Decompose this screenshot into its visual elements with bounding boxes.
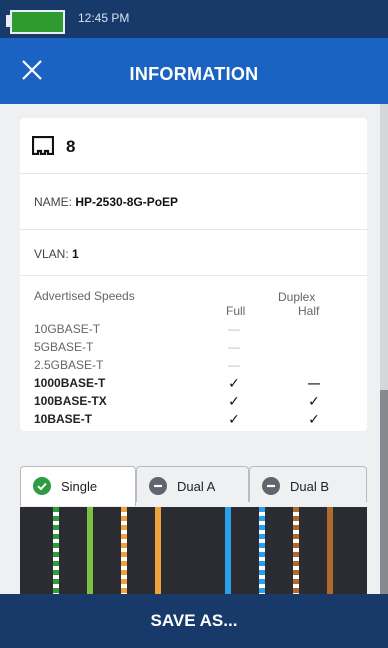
cable-wire — [53, 507, 59, 594]
minus-circle-icon — [149, 477, 167, 495]
duplex-header: Duplex — [278, 290, 316, 304]
scrollbar-thumb[interactable] — [380, 390, 388, 594]
ethernet-port-icon — [32, 136, 54, 155]
speed-name: 10GBASE-T — [34, 322, 101, 336]
tab-label: Single — [61, 479, 98, 494]
cable-wire — [259, 507, 265, 594]
wiremap-cable-view — [20, 507, 367, 594]
speed-name: 10BASE-T — [34, 412, 93, 426]
tab-label: Dual A — [177, 479, 216, 494]
tab-dual-b[interactable]: Dual B — [249, 466, 367, 502]
speed-row: 1000BASE-T ✓ — — [20, 376, 367, 392]
port-row: 8 — [20, 118, 367, 174]
speed-row: 10GBASE-T — — [20, 322, 367, 338]
full-duplex-check-icon: ✓ — [228, 375, 240, 391]
battery-icon — [10, 10, 65, 34]
cable-wire — [121, 507, 127, 594]
vlan-value: 1 — [72, 247, 79, 261]
info-card: 8 NAME: HP-2530-8G-PoEP VLAN: 1 Advertis… — [20, 118, 367, 431]
half-duplex-header: Half — [298, 304, 320, 318]
advertised-speeds-section: Advertised Speeds Duplex Full Half 10GBA… — [20, 276, 367, 431]
advertised-speeds-header: Advertised Speeds — [34, 289, 135, 303]
cable-wire — [155, 507, 161, 594]
speed-row: 100BASE-TX ✓ ✓ — [20, 394, 367, 410]
cable-wire — [87, 507, 93, 594]
cable-wire — [293, 507, 299, 594]
cable-wire — [225, 507, 231, 594]
name-value: HP-2530-8G-PoEP — [75, 195, 179, 209]
wiremap-tabs: Single Dual A Dual B — [20, 466, 367, 506]
check-circle-icon — [33, 477, 51, 495]
status-bar: 12:45 PM — [0, 0, 388, 38]
speed-name: 100BASE-TX — [34, 394, 107, 408]
app-bar: INFORMATION — [0, 38, 388, 104]
full-duplex-check-icon: ✓ — [228, 393, 240, 409]
speed-name: 2.5GBASE-T — [34, 358, 104, 372]
half-duplex-value: — — [308, 376, 320, 390]
speed-row: 10BASE-T ✓ ✓ — [20, 412, 367, 428]
tab-single[interactable]: Single — [20, 466, 136, 506]
speed-row: 2.5GBASE-T — — [20, 358, 367, 374]
tab-label: Dual B — [290, 479, 330, 494]
page-title: INFORMATION — [129, 64, 259, 84]
full-duplex-value: — — [228, 322, 240, 336]
full-duplex-check-icon: ✓ — [228, 411, 240, 427]
tab-dual-a[interactable]: Dual A — [136, 466, 249, 502]
speed-name: 5GBASE-T — [34, 340, 94, 354]
name-row: NAME: HP-2530-8G-PoEP — [20, 174, 367, 230]
port-number: 8 — [66, 137, 76, 156]
vlan-label: VLAN: — [34, 247, 73, 261]
save-as-button[interactable]: SAVE AS... — [0, 594, 388, 648]
full-duplex-value: — — [228, 358, 240, 372]
half-duplex-check-icon: ✓ — [308, 393, 320, 409]
minus-circle-icon — [262, 477, 280, 495]
speed-name: 1000BASE-T — [34, 376, 106, 390]
full-duplex-header: Full — [226, 304, 246, 318]
speed-row: 5GBASE-T — — [20, 340, 367, 356]
name-label: NAME: — [34, 195, 76, 209]
status-time: 12:45 PM — [78, 11, 130, 25]
half-duplex-check-icon: ✓ — [308, 411, 320, 427]
vlan-row: VLAN: 1 — [20, 230, 367, 276]
cable-wire — [327, 507, 333, 594]
full-duplex-value: — — [228, 340, 240, 354]
